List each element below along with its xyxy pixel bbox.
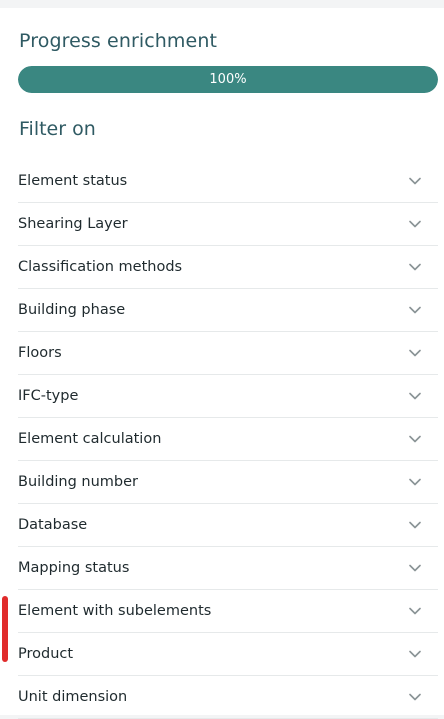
filter-item-label: Classification methods [18,259,183,275]
filter-item-label: Floors [18,345,62,361]
chevron-down-icon[interactable] [408,604,422,618]
filter-item-element-with-subelements[interactable]: Element with subelements [18,590,438,633]
chevron-down-icon[interactable] [408,303,422,317]
progress-title: Progress enrichment [19,30,218,52]
filter-item-element-calculation[interactable]: Element calculation [18,418,438,461]
chevron-down-icon[interactable] [408,346,422,360]
chevron-down-icon[interactable] [408,475,422,489]
chevron-down-icon[interactable] [408,518,422,532]
filter-item-element-status[interactable]: Element status [18,160,438,203]
chevron-down-icon[interactable] [408,561,422,575]
filter-title: Filter on [19,118,96,140]
filter-panel: Progress enrichment 100% Filter on Eleme… [0,8,444,719]
filter-item-label: Shearing Layer [18,216,128,232]
filter-item-label: Unit dimension [18,689,128,705]
filter-item-classification-methods[interactable]: Classification methods [18,246,438,289]
chevron-down-icon[interactable] [408,389,422,403]
filter-list: Element status Shearing Layer Classificati… [18,160,438,719]
filter-item-label: Building number [18,474,139,490]
chevron-down-icon[interactable] [408,260,422,274]
filter-item-unit-dimension[interactable]: Unit dimension [18,676,438,719]
active-marker [2,596,8,662]
filter-item-label: Building phase [18,302,126,318]
filter-item-floors[interactable]: Floors [18,332,438,375]
filter-item-label: IFC-type [18,388,79,404]
filter-item-building-phase[interactable]: Building phase [18,289,438,332]
chevron-down-icon[interactable] [408,174,422,188]
filter-item-product[interactable]: Product [18,633,438,676]
filter-item-shearing-layer[interactable]: Shearing Layer [18,203,438,246]
filter-item-database[interactable]: Database [18,504,438,547]
progress-value: 100% [209,72,247,87]
filter-item-label: Mapping status [18,560,130,576]
chevron-down-icon[interactable] [408,647,422,661]
chevron-down-icon[interactable] [408,432,422,446]
filter-item-label: Database [18,517,88,533]
progress-bar: 100% [18,66,438,93]
filter-item-building-number[interactable]: Building number [18,461,438,504]
filter-item-label: Element with subelements [18,603,212,619]
filter-item-ifc-type[interactable]: IFC-type [18,375,438,418]
filter-item-label: Element calculation [18,431,162,447]
filter-item-label: Product [18,646,74,662]
chevron-down-icon[interactable] [408,690,422,704]
filter-item-label: Element status [18,173,128,189]
filter-item-mapping-status[interactable]: Mapping status [18,547,438,590]
chevron-down-icon[interactable] [408,217,422,231]
